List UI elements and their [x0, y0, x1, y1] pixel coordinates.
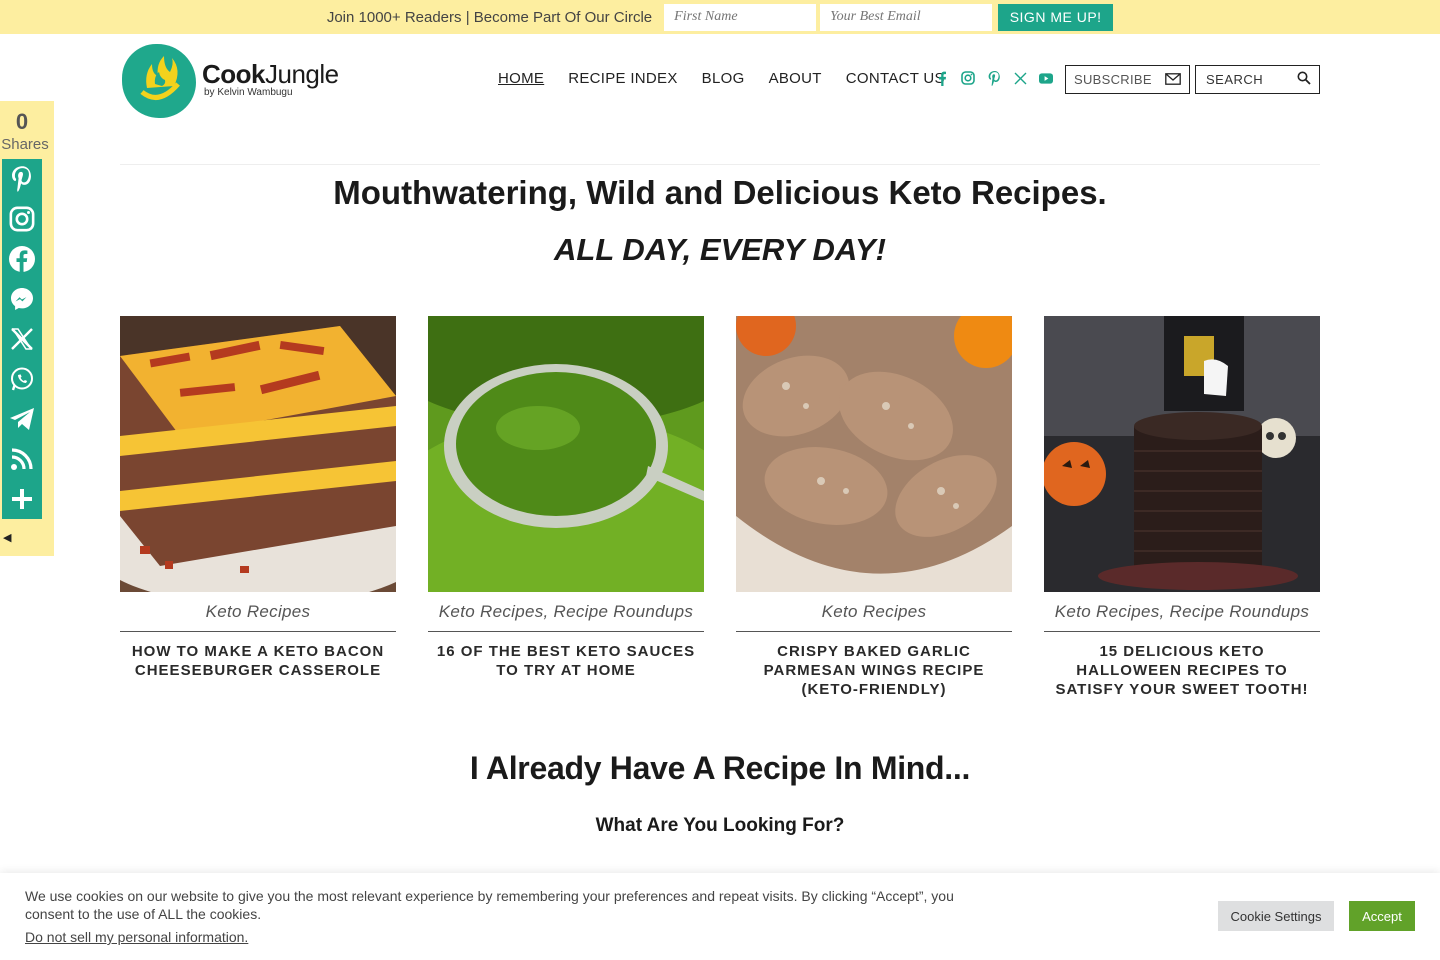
- messenger-share-icon[interactable]: [2, 279, 42, 319]
- hero-subtitle: ALL DAY, EVERY DAY!: [554, 232, 886, 267]
- accept-cookies-button[interactable]: Accept: [1349, 901, 1415, 931]
- x-share-icon[interactable]: [2, 319, 42, 359]
- post-category[interactable]: Keto Recipes, Recipe Roundups: [428, 602, 704, 632]
- recipe-subheading: What Are You Looking For?: [595, 815, 845, 836]
- header-divider: [120, 164, 1320, 165]
- x-icon[interactable]: [1013, 71, 1027, 85]
- youtube-icon[interactable]: [1039, 71, 1053, 85]
- post-card[interactable]: Keto Recipes Crispy Baked Garlic Parmesa…: [736, 316, 1012, 699]
- telegram-share-icon[interactable]: [2, 399, 42, 439]
- nav-about[interactable]: ABOUT: [769, 70, 822, 87]
- do-not-sell-link[interactable]: Do not sell my personal information.: [25, 929, 248, 945]
- search-button[interactable]: SEARCH: [1195, 65, 1320, 94]
- flame-logo-icon: [122, 44, 196, 118]
- nav-blog[interactable]: BLOG: [702, 70, 745, 87]
- subscribe-label: SUBSCRIBE: [1074, 72, 1152, 87]
- hero-title: Mouthwatering, Wild and Delicious Keto R…: [333, 174, 1107, 211]
- post-title[interactable]: 15 Delicious Keto Halloween Recipes to S…: [1044, 642, 1320, 699]
- more-share-icon[interactable]: [2, 479, 42, 519]
- main-nav: HOME RECIPE INDEX BLOG ABOUT CONTACT US: [498, 70, 969, 87]
- post-category[interactable]: Keto Recipes: [736, 602, 1012, 632]
- sauce-image[interactable]: [428, 316, 704, 592]
- nav-home[interactable]: HOME: [498, 70, 544, 87]
- nav-contact-us[interactable]: CONTACT US: [846, 70, 945, 87]
- post-card[interactable]: Keto Recipes, Recipe Roundups 16 of the …: [428, 316, 704, 699]
- site-logo[interactable]: CookJungle by Kelvin Wambugu: [122, 44, 339, 118]
- rss-share-icon[interactable]: [2, 439, 42, 479]
- facebook-share-icon[interactable]: [2, 239, 42, 279]
- pinterest-icon[interactable]: [987, 70, 1001, 86]
- instagram-share-icon[interactable]: [2, 199, 42, 239]
- wings-image[interactable]: [736, 316, 1012, 592]
- search-label: SEARCH: [1206, 72, 1264, 87]
- first-name-input[interactable]: [664, 3, 817, 31]
- post-card[interactable]: Keto Recipes How to Make a Keto Bacon Ch…: [120, 316, 396, 699]
- optin-bar: Join 1000+ Readers | Become Part Of Our …: [0, 0, 1440, 34]
- recipe-heading: I Already Have A Recipe In Mind...: [469, 750, 971, 786]
- pinterest-share-icon[interactable]: [2, 159, 42, 199]
- share-count: 0: [15, 109, 29, 134]
- post-title[interactable]: Crispy Baked Garlic Parmesan Wings Recip…: [736, 642, 1012, 699]
- post-title[interactable]: How to Make a Keto Bacon Cheeseburger Ca…: [120, 642, 396, 680]
- instagram-icon[interactable]: [961, 71, 975, 85]
- cookie-banner: We use cookies on our website to give yo…: [0, 873, 1440, 960]
- share-label: Shares: [1, 136, 49, 153]
- whatsapp-share-icon[interactable]: [2, 359, 42, 399]
- post-card[interactable]: Keto Recipes, Recipe Roundups 15 Delicio…: [1044, 316, 1320, 699]
- mail-icon: [1165, 70, 1181, 89]
- email-input[interactable]: [820, 3, 993, 31]
- subscribe-button[interactable]: SUBSCRIBE: [1065, 65, 1190, 94]
- header-social: [935, 70, 1053, 86]
- post-category[interactable]: Keto Recipes: [120, 602, 396, 632]
- hide-share-icon[interactable]: ◀: [3, 531, 11, 544]
- featured-posts: Keto Recipes How to Make a Keto Bacon Ch…: [120, 316, 1320, 699]
- post-title[interactable]: 16 of the Best Keto Sauces to Try at Hom…: [428, 642, 704, 680]
- post-category[interactable]: Keto Recipes, Recipe Roundups: [1044, 602, 1320, 632]
- logo-name: CookJungle: [202, 58, 339, 89]
- cookie-text: We use cookies on our website to give yo…: [25, 888, 954, 922]
- casserole-image[interactable]: [120, 316, 396, 592]
- facebook-icon[interactable]: [935, 71, 949, 86]
- nav-recipe-index[interactable]: RECIPE INDEX: [568, 70, 677, 87]
- share-sidebar: 0 Shares ◀: [0, 101, 54, 556]
- halloween-cake-image[interactable]: [1044, 316, 1320, 592]
- search-icon: [1297, 70, 1311, 89]
- cookie-settings-button[interactable]: Cookie Settings: [1218, 901, 1334, 931]
- sign-me-up-button[interactable]: SIGN ME UP!: [998, 3, 1114, 31]
- optin-message: Join 1000+ Readers | Become Part Of Our …: [326, 8, 653, 26]
